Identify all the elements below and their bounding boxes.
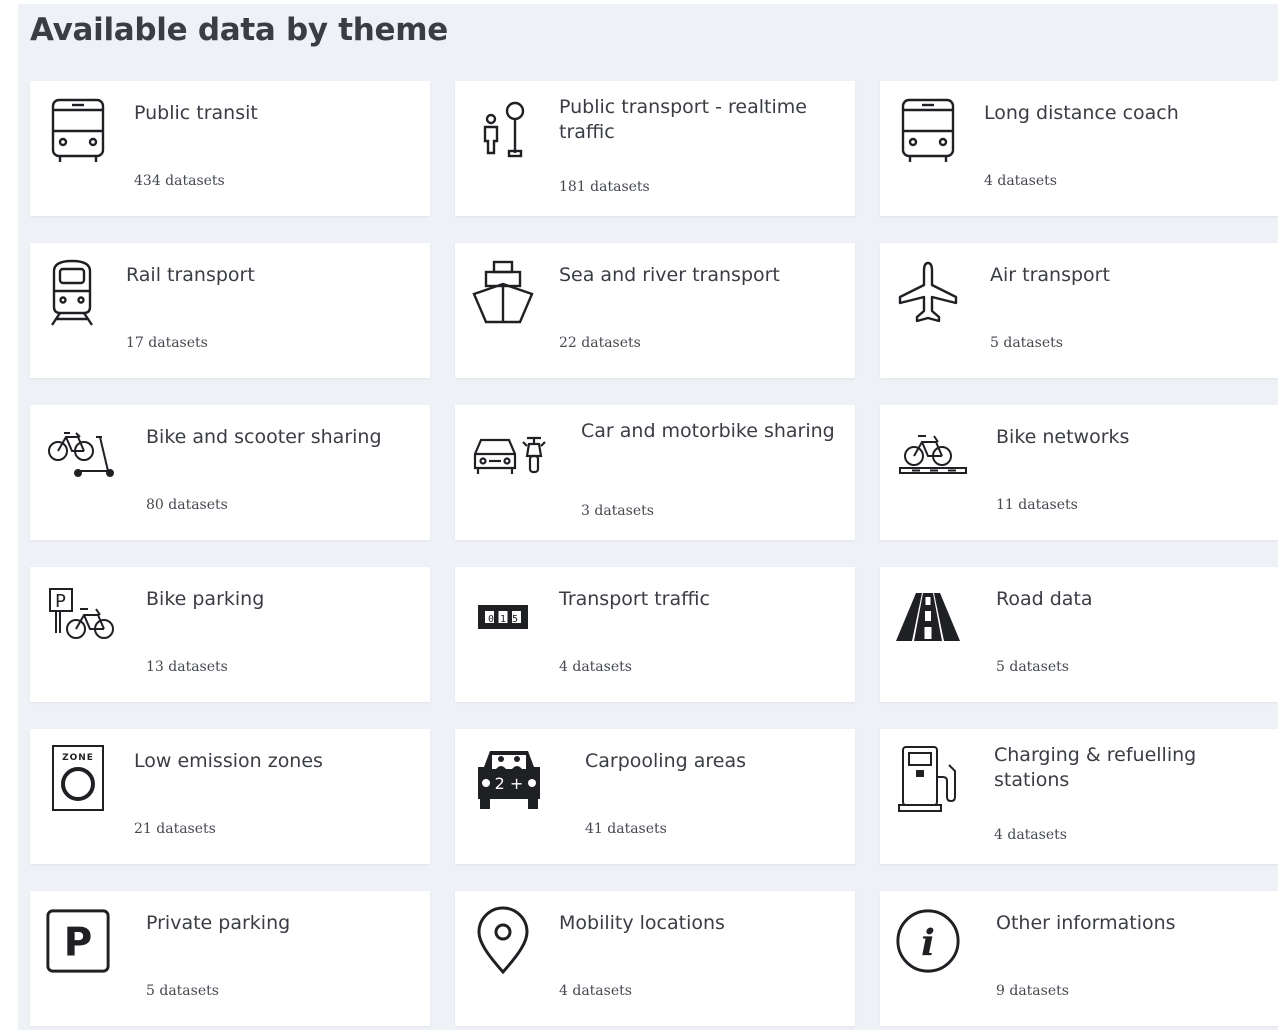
bus-stop-icon: [469, 97, 537, 165]
theme-card-bike-scooter-sharing[interactable]: Bike and scooter sharing 80 datasets: [30, 405, 430, 540]
svg-text:i: i: [921, 921, 935, 965]
ship-icon: [469, 259, 537, 327]
svg-text:ZONE: ZONE: [62, 753, 94, 763]
theme-label: Charging & refuelling stations: [994, 744, 1197, 791]
theme-count: 11 datasets: [996, 497, 1078, 513]
train-icon: [38, 259, 106, 327]
theme-count: 4 datasets: [994, 827, 1067, 843]
theme-card-public-transit[interactable]: Public transit 434 datasets: [30, 81, 430, 216]
themes-grid: Public transit 434 datasets Public trans…: [30, 81, 1278, 1026]
theme-label: Mobility locations: [559, 912, 725, 934]
bus-icon: [44, 97, 112, 165]
svg-text:P: P: [55, 591, 66, 612]
page-title: Available data by theme: [30, 12, 448, 48]
location-pin-icon: [469, 906, 537, 975]
theme-count: 22 datasets: [559, 335, 641, 351]
zone-sign-icon: ZONE: [44, 745, 112, 813]
bike-lane-icon: [894, 421, 974, 489]
theme-label: Air transport: [990, 264, 1110, 286]
svg-text:P: P: [64, 921, 92, 966]
theme-card-car-motorbike-sharing[interactable]: Car and motorbike sharing 3 datasets: [455, 405, 855, 540]
theme-count: 5 datasets: [996, 659, 1069, 675]
theme-count: 80 datasets: [146, 497, 228, 513]
plane-icon: [894, 259, 962, 327]
theme-label: Low emission zones: [134, 750, 323, 772]
theme-count: 9 datasets: [996, 983, 1069, 999]
theme-count: 4 datasets: [984, 173, 1057, 189]
theme-count: 434 datasets: [134, 173, 225, 189]
theme-label: Bike and scooter sharing: [146, 426, 382, 448]
theme-card-charging-refuelling[interactable]: Charging & refuelling stations 4 dataset…: [880, 729, 1278, 864]
theme-label: Road data: [996, 588, 1093, 610]
theme-card-rail-transport[interactable]: Rail transport 17 datasets: [30, 243, 430, 378]
fuel-pump-icon: [894, 745, 962, 813]
road-icon: [894, 583, 962, 651]
theme-card-mobility-locations[interactable]: Mobility locations 4 datasets: [455, 891, 855, 1026]
theme-count: 4 datasets: [559, 659, 632, 675]
theme-label: Bike networks: [996, 426, 1130, 448]
theme-count: 5 datasets: [990, 335, 1063, 351]
theme-label: Carpooling areas: [585, 750, 746, 772]
theme-count: 181 datasets: [559, 179, 650, 195]
theme-card-sea-river-transport[interactable]: Sea and river transport 22 datasets: [455, 243, 855, 378]
theme-card-bike-networks[interactable]: Bike networks 11 datasets: [880, 405, 1278, 540]
theme-label: Bike parking: [146, 588, 265, 610]
theme-label: Car and motorbike sharing: [581, 420, 835, 442]
theme-card-private-parking[interactable]: P Private parking 5 datasets: [30, 891, 430, 1026]
theme-count: 17 datasets: [126, 335, 208, 351]
theme-label: Public transit: [134, 102, 258, 124]
theme-card-long-distance-coach[interactable]: Long distance coach 4 datasets: [880, 81, 1278, 216]
theme-card-transport-traffic[interactable]: 0 1 5 Transport traffic 4 datasets: [455, 567, 855, 702]
svg-text:2 +: 2 +: [495, 774, 524, 793]
theme-card-bike-parking[interactable]: P Bike parking 13 datasets: [30, 567, 430, 702]
themes-panel: Available data by theme Public transit 4…: [18, 4, 1278, 1030]
bike-scooter-icon: [44, 421, 124, 489]
theme-label: Other informations: [996, 912, 1176, 934]
theme-label: Rail transport: [126, 264, 255, 286]
bike-parking-icon: P: [44, 583, 124, 651]
coach-icon: [894, 97, 962, 165]
theme-count: 21 datasets: [134, 821, 216, 837]
parking-sign-icon: P: [44, 907, 112, 975]
theme-card-public-transport-realtime[interactable]: Public transport - realtime traffic 181 …: [455, 81, 855, 216]
theme-label: Sea and river transport: [559, 264, 780, 286]
car-motorbike-icon: [469, 421, 553, 489]
theme-label: Transport traffic: [559, 588, 710, 610]
info-icon: i: [894, 907, 962, 975]
theme-card-other-informations[interactable]: i Other informations 9 datasets: [880, 891, 1278, 1026]
theme-count: 3 datasets: [581, 503, 654, 519]
carpool-icon: 2 +: [469, 745, 549, 813]
svg-text:0 1 5: 0 1 5: [488, 614, 518, 625]
theme-count: 5 datasets: [146, 983, 219, 999]
theme-label: Public transport - realtime traffic: [559, 96, 807, 143]
theme-count: 4 datasets: [559, 983, 632, 999]
theme-card-carpooling-areas[interactable]: 2 + Carpooling areas 41 datasets: [455, 729, 855, 864]
counter-icon: 0 1 5: [469, 583, 537, 651]
theme-card-road-data[interactable]: Road data 5 datasets: [880, 567, 1278, 702]
theme-count: 41 datasets: [585, 821, 667, 837]
theme-label: Private parking: [146, 912, 291, 934]
theme-count: 13 datasets: [146, 659, 228, 675]
theme-card-low-emission-zones[interactable]: ZONE Low emission zones 21 datasets: [30, 729, 430, 864]
theme-card-air-transport[interactable]: Air transport 5 datasets: [880, 243, 1278, 378]
theme-label: Long distance coach: [984, 102, 1179, 124]
